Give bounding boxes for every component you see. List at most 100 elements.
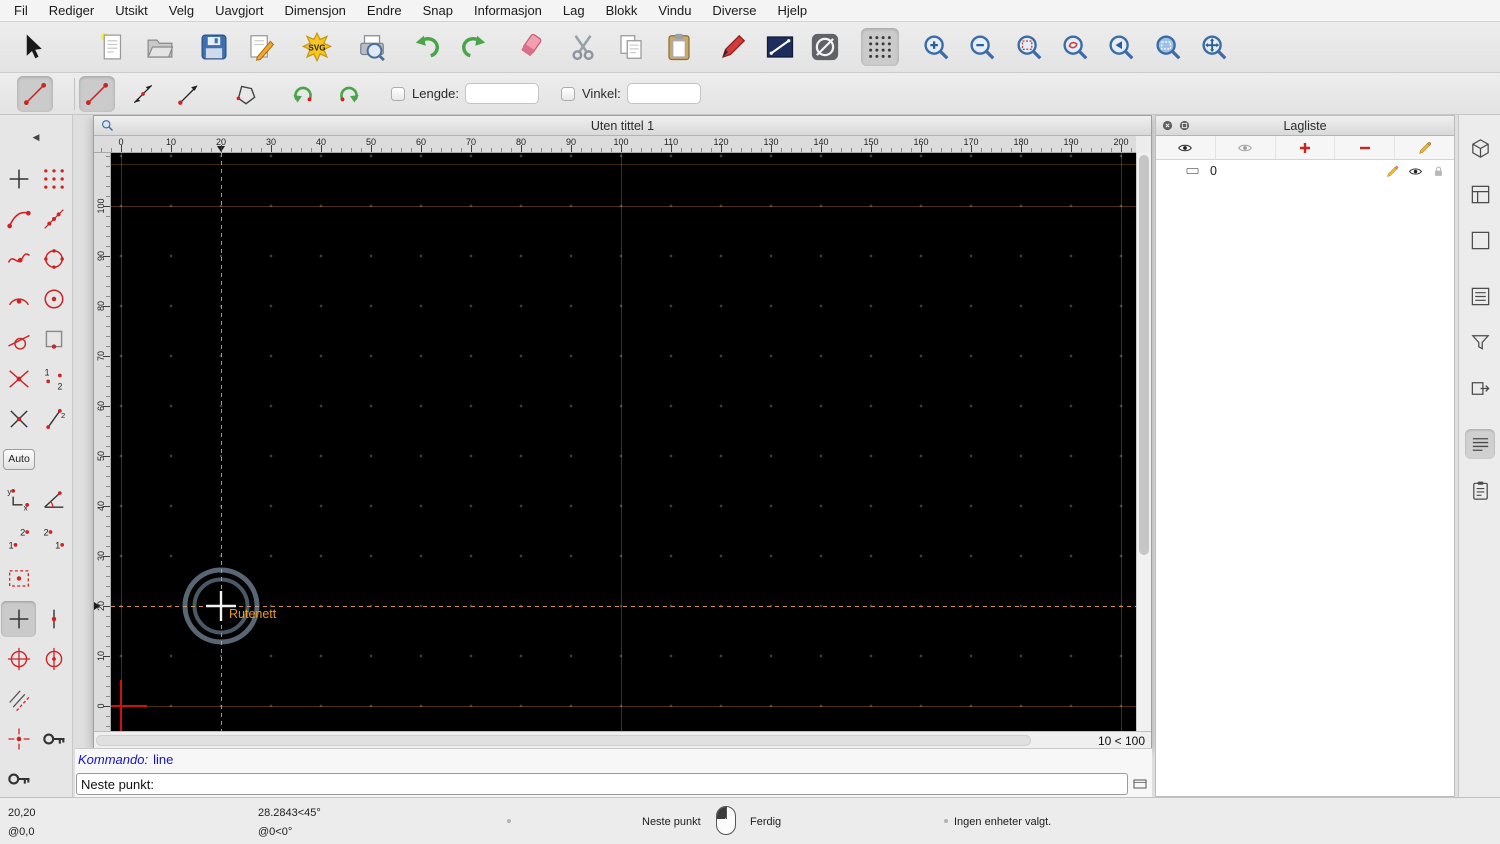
menu-dimensjon[interactable]: Dimensjon: [284, 3, 345, 18]
dock-block-button[interactable]: [1465, 133, 1495, 163]
snap-distance-button[interactable]: [36, 321, 71, 357]
relative-zero-vline-button[interactable]: [36, 641, 71, 677]
command-dock-toggle-icon[interactable]: [1131, 776, 1149, 792]
menu-velg[interactable]: Velg: [169, 3, 194, 18]
snap-order-button[interactable]: 12: [36, 361, 71, 397]
print-preview-button[interactable]: [353, 28, 391, 66]
snap-free-button[interactable]: [1, 161, 36, 197]
redo-segment-button[interactable]: [331, 76, 367, 112]
layer-row[interactable]: 0: [1156, 160, 1454, 182]
line-2p-button[interactable]: [79, 75, 115, 112]
eye-dark-button[interactable]: [1156, 136, 1216, 159]
dock-command-button[interactable]: [1465, 429, 1495, 459]
order-2-1-button[interactable]: 21: [36, 521, 71, 557]
zoom-window-button[interactable]: [1149, 28, 1187, 66]
angle-input[interactable]: [626, 83, 701, 104]
zoom-redraw-button[interactable]: [1056, 28, 1094, 66]
dock-filter-button[interactable]: [1465, 327, 1495, 357]
palette-collapse-button[interactable]: ◀: [0, 115, 72, 159]
dock-clipboard-button[interactable]: [1465, 475, 1495, 505]
menu-utsikt[interactable]: Utsikt: [115, 3, 148, 18]
grid-toggle-button[interactable]: [861, 28, 899, 66]
zoom-in-button[interactable]: [917, 28, 955, 66]
zoom-out-button[interactable]: [963, 28, 1001, 66]
menu-blokk[interactable]: Blokk: [606, 3, 638, 18]
snap-grid-button[interactable]: [36, 161, 71, 197]
vertical-scrollbar-thumb[interactable]: [1139, 155, 1149, 555]
copy-button[interactable]: [612, 28, 650, 66]
select-arrow-button[interactable]: [14, 28, 52, 66]
snap-circle-button[interactable]: [36, 241, 71, 277]
undo-button[interactable]: [408, 28, 446, 66]
line-polygon-button[interactable]: [228, 76, 264, 112]
length-input[interactable]: [465, 83, 539, 104]
open-file-button[interactable]: [141, 28, 179, 66]
delete-entities-button[interactable]: [511, 28, 549, 66]
eye-gray-button[interactable]: [1216, 136, 1276, 159]
line-ray-button[interactable]: [171, 76, 207, 112]
snap-intersection-button[interactable]: [1, 361, 36, 397]
menu-lag[interactable]: Lag: [563, 3, 585, 18]
pen-attributes-button[interactable]: [714, 28, 752, 66]
vertical-scrollbar[interactable]: [1136, 153, 1151, 731]
edit-document-button[interactable]: [242, 28, 280, 66]
menu-hjelp[interactable]: Hjelp: [778, 3, 808, 18]
menu-diverse[interactable]: Diverse: [712, 3, 756, 18]
angle-checkbox[interactable]: [561, 86, 575, 101]
snap-angle-button[interactable]: 2: [36, 401, 71, 437]
select-window-button[interactable]: [1, 561, 36, 597]
lock-relative-zero-button[interactable]: [36, 721, 71, 757]
restrict-vertical-button[interactable]: [36, 601, 71, 637]
dock-library-button[interactable]: [1465, 179, 1495, 209]
zoom-auto-button[interactable]: [1010, 28, 1048, 66]
zoom-pan-button[interactable]: [1195, 28, 1233, 66]
close-icon[interactable]: [1161, 119, 1174, 132]
auto-snap-button[interactable]: Auto: [3, 448, 35, 470]
snap-nearest-button[interactable]: [1, 241, 36, 277]
new-file-button[interactable]: [94, 28, 132, 66]
svg-export-button[interactable]: SVG: [298, 28, 336, 66]
minus-red-button[interactable]: [1335, 136, 1396, 159]
menu-vindu[interactable]: Vindu: [658, 3, 691, 18]
plus-red-button[interactable]: [1276, 136, 1336, 159]
menu-endre[interactable]: Endre: [367, 3, 402, 18]
restrict-orthogonal-button[interactable]: yx: [1, 481, 36, 517]
snap-middle-button[interactable]: [36, 281, 71, 317]
lock-key-button[interactable]: [1, 761, 36, 797]
menu-uavgjort[interactable]: Uavgjort: [215, 3, 263, 18]
relative-zero-cross-button[interactable]: [1, 641, 36, 677]
cut-button[interactable]: [564, 28, 602, 66]
snap-hatch-button[interactable]: [1, 681, 36, 717]
undo-segment-button[interactable]: [285, 76, 321, 112]
line-corner-button[interactable]: [17, 75, 53, 112]
paste-button[interactable]: [660, 28, 698, 66]
save-file-button[interactable]: [195, 28, 233, 66]
command-input[interactable]: Neste punkt:: [76, 773, 1128, 795]
snap-intersection-manual-button[interactable]: [1, 401, 36, 437]
draft-line-button[interactable]: [761, 28, 799, 66]
restrict-angle-button[interactable]: [36, 481, 71, 517]
menu-informasjon[interactable]: Informasjon: [474, 3, 542, 18]
horizontal-scrollbar[interactable]: 10 < 100: [94, 731, 1151, 749]
length-checkbox[interactable]: [391, 86, 405, 101]
snap-arc-center-button[interactable]: [1, 281, 36, 317]
dock-export-button[interactable]: [1465, 373, 1495, 403]
menu-snap[interactable]: Snap: [423, 3, 453, 18]
set-relative-zero-button[interactable]: [1, 721, 36, 757]
circle-visibility-button[interactable]: [806, 28, 844, 66]
dock-blank-button[interactable]: [1465, 225, 1495, 255]
snap-plus-button[interactable]: [1, 601, 36, 637]
drawing-canvas[interactable]: Rutenett: [111, 153, 1138, 731]
menu-rediger[interactable]: Rediger: [49, 3, 95, 18]
drawing-window-titlebar[interactable]: Uten tittel 1: [94, 116, 1151, 136]
snap-on-entity-button[interactable]: [36, 201, 71, 237]
snap-tangent-button[interactable]: [1, 321, 36, 357]
redo-button[interactable]: [455, 28, 493, 66]
order-1-2-button[interactable]: 12: [1, 521, 36, 557]
snap-endpoint-button[interactable]: [1, 201, 36, 237]
pencil-yellow-button[interactable]: [1395, 136, 1454, 159]
horizontal-scrollbar-thumb[interactable]: [96, 735, 1031, 746]
menu-fil[interactable]: Fil: [14, 3, 28, 18]
line-angle-button[interactable]: [125, 76, 161, 112]
detach-icon[interactable]: [1178, 119, 1191, 132]
